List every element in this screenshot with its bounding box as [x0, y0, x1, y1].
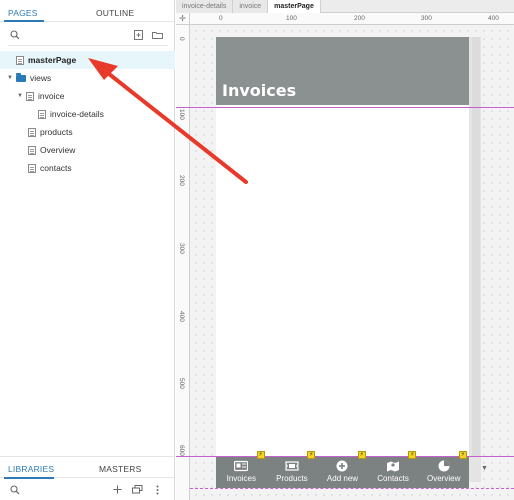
ticket-icon — [285, 461, 299, 471]
horizontal-guide[interactable] — [190, 488, 514, 489]
ruler-label: 0 — [219, 15, 223, 22]
bottom-nav-bar: ⚡ Invoices ⚡ Products ⚡ Add new ⚡ Contac… — [216, 451, 469, 488]
tree-item-label: invoice — [38, 91, 65, 101]
document-tabs: invoice-details invoice masterPage — [176, 0, 514, 13]
header-title: Invoices — [222, 81, 297, 100]
tab-outline[interactable]: OUTLINE — [96, 8, 134, 18]
page-icon — [28, 145, 36, 155]
more-options-icon[interactable] — [156, 485, 159, 495]
doc-tab-invoice[interactable]: invoice — [233, 0, 269, 13]
horizontal-ruler: 0 100 200 300 400 — [190, 13, 514, 25]
page-icon — [28, 163, 36, 173]
tree-item-products[interactable]: products — [0, 123, 175, 141]
interaction-badge: ⚡ — [307, 451, 316, 459]
nav-label: Invoices — [226, 474, 256, 483]
nav-item-invoices[interactable]: ⚡ Invoices — [216, 451, 267, 488]
ruler-label: 200 — [178, 175, 185, 186]
ruler-label: 400 — [488, 15, 499, 22]
tree-item-invoice-details[interactable]: invoice-details — [0, 105, 175, 123]
interaction-badge: ⚡ — [256, 451, 265, 459]
tree-item-invoice[interactable]: ▼ invoice — [0, 87, 175, 105]
invoice-icon — [234, 460, 249, 472]
ruler-corner-crosshair-icon: ✛ — [176, 13, 190, 25]
tree-item-masterpage[interactable]: masterPage — [0, 51, 175, 69]
library-stack-icon[interactable] — [132, 485, 143, 494]
ruler-label: 100 — [286, 15, 297, 22]
ruler-label: 200 — [354, 15, 365, 22]
nav-item-contacts[interactable]: ⚡ Contacts — [368, 451, 419, 488]
ruler-label: 600 — [178, 445, 185, 456]
interaction-badge: ⚡ — [408, 451, 417, 459]
tree-item-label: contacts — [40, 163, 72, 173]
tab-pages[interactable]: PAGES — [8, 8, 38, 18]
doc-tab-masterpage[interactable]: masterPage — [268, 0, 321, 13]
nav-item-add-new[interactable]: ⚡ Add new — [317, 451, 368, 488]
pie-chart-icon — [438, 460, 450, 472]
nav-label: Contacts — [377, 474, 409, 483]
ruler-label: 0 — [178, 37, 185, 41]
tree-item-views[interactable]: ▼ views — [0, 69, 175, 87]
panel-tabs: PAGES OUTLINE — [0, 0, 175, 22]
ruler-label: 100 — [178, 109, 185, 120]
tree-item-label: Overview — [40, 145, 76, 155]
app-header[interactable]: Invoices — [216, 37, 469, 105]
nav-label: Add new — [326, 474, 359, 483]
plus-circle-icon — [336, 460, 348, 472]
map-icon — [387, 461, 400, 472]
caret-down-icon[interactable]: ▼ — [16, 93, 24, 99]
plus-icon[interactable] — [113, 485, 122, 494]
page-icon — [38, 109, 46, 119]
page-icon — [16, 55, 24, 65]
pages-toolbar — [0, 27, 175, 45]
divider — [8, 45, 168, 46]
tree-item-overview[interactable]: Overview — [0, 141, 175, 159]
library-toolbar — [0, 480, 175, 500]
horizontal-guide[interactable] — [176, 107, 514, 108]
interaction-badge: ⚡ — [357, 451, 366, 459]
nav-label: Products — [276, 474, 308, 483]
ruler-label: 300 — [178, 243, 185, 254]
ruler-label: 500 — [178, 378, 185, 389]
search-icon[interactable] — [10, 485, 20, 495]
tab-masters[interactable]: MASTERS — [99, 464, 142, 474]
active-tab-indicator — [4, 20, 44, 22]
add-page-icon[interactable] — [134, 30, 143, 40]
page-icon — [28, 127, 36, 137]
add-folder-icon[interactable] — [152, 31, 163, 39]
tree-item-contacts[interactable]: contacts — [0, 159, 175, 177]
active-tab-indicator — [4, 477, 54, 479]
library-tabs: LIBRARIES MASTERS — [0, 456, 175, 479]
interaction-badge: ⚡ — [458, 451, 467, 459]
tree-item-label: products — [40, 127, 73, 137]
tree-item-label: invoice-details — [50, 109, 104, 119]
page-icon — [26, 91, 34, 101]
nav-label: Overview — [427, 474, 461, 483]
tree-item-label: views — [30, 73, 52, 83]
nav-item-products[interactable]: ⚡ Products — [267, 451, 318, 488]
ruler-label: 300 — [421, 15, 432, 22]
pages-panel: PAGES OUTLINE masterPage ▼ views ▼ invoi… — [0, 0, 175, 500]
scroll-down-icon[interactable]: ▼ — [481, 465, 488, 472]
artboard-masterpage[interactable]: Invoices — [216, 37, 469, 488]
nav-item-overview[interactable]: ⚡ Overview — [418, 451, 469, 488]
ruler-label: 400 — [178, 311, 185, 322]
folder-icon — [16, 72, 26, 82]
caret-down-icon[interactable]: ▼ — [6, 75, 14, 81]
search-icon[interactable] — [10, 30, 20, 40]
doc-tab-invoice-details[interactable]: invoice-details — [176, 0, 234, 13]
vertical-ruler: 0 100 200 300 400 500 600 — [176, 25, 190, 500]
scrollbar-thumb[interactable] — [472, 37, 480, 457]
tab-libraries[interactable]: LIBRARIES — [8, 464, 54, 474]
tree-item-label: masterPage — [28, 55, 77, 65]
